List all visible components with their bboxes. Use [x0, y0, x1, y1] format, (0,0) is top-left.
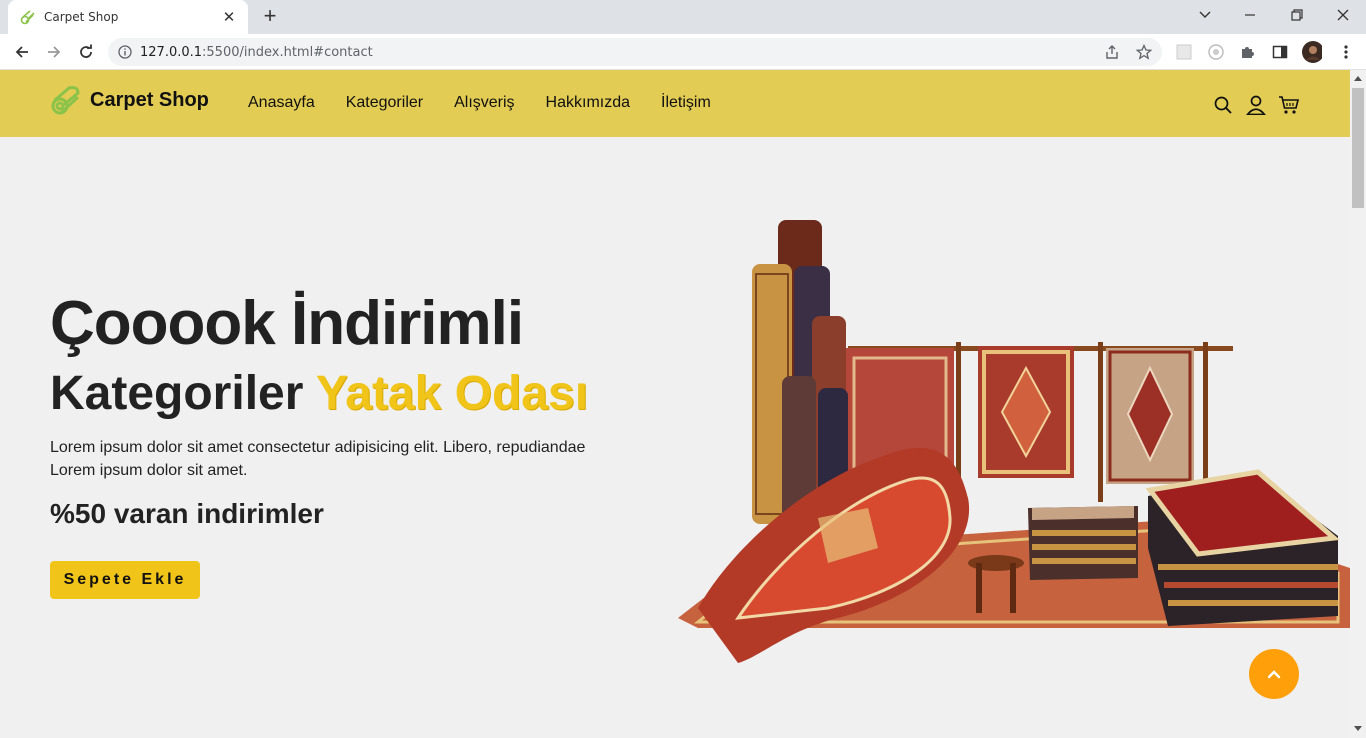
- address-bar[interactable]: 127.0.0.1:5500/index.html#contact: [108, 38, 1162, 66]
- side-panel-icon[interactable]: [1270, 42, 1290, 62]
- hero-subtitle-plain: Kategoriler: [50, 367, 304, 420]
- brand-logo-link[interactable]: Carpet Shop: [50, 84, 209, 116]
- new-tab-button[interactable]: +: [258, 5, 282, 29]
- site-info-icon[interactable]: [118, 45, 132, 59]
- tab-strip: Carpet Shop ✕ +: [0, 0, 1366, 34]
- scroll-to-top-button[interactable]: [1249, 649, 1299, 699]
- back-icon[interactable]: [8, 38, 36, 66]
- url-text: 127.0.0.1:5500/index.html#contact: [140, 44, 373, 60]
- scroll-down-arrow-icon[interactable]: [1354, 726, 1362, 731]
- extensions-puzzle-icon[interactable]: [1238, 42, 1258, 62]
- hero-discount: %50 varan indirimler: [50, 498, 324, 529]
- tab-title: Carpet Shop: [44, 10, 119, 24]
- nav-item-kategoriler[interactable]: Kategoriler: [346, 94, 423, 112]
- restore-icon[interactable]: [1274, 0, 1320, 30]
- nav-item-anasayfa[interactable]: Anasayfa: [248, 94, 315, 112]
- tab-search-icon[interactable]: [1182, 0, 1228, 30]
- reload-icon[interactable]: [72, 38, 100, 66]
- user-icon[interactable]: [1245, 94, 1267, 116]
- minimize-icon[interactable]: [1228, 0, 1274, 30]
- add-to-cart-button[interactable]: Sepete Ekle: [50, 561, 200, 599]
- carpet-logo-icon: [20, 10, 35, 25]
- page-scrollbar[interactable]: [1350, 70, 1366, 738]
- hero-description: Lorem ipsum dolor sit amet consectetur a…: [50, 439, 586, 479]
- forward-icon[interactable]: [40, 38, 68, 66]
- chevron-up-icon: [1267, 670, 1281, 679]
- bookmark-star-icon[interactable]: [1134, 42, 1154, 62]
- cart-icon[interactable]: [1278, 94, 1300, 116]
- share-icon[interactable]: [1102, 42, 1122, 62]
- search-icon[interactable]: [1212, 94, 1234, 116]
- close-window-icon[interactable]: [1320, 0, 1366, 30]
- main-nav: Anasayfa Kategoriler Alışveriş Hakkımızd…: [248, 94, 742, 112]
- brand-name: Carpet Shop: [90, 88, 209, 111]
- nav-item-alisveris[interactable]: Alışveriş: [454, 94, 514, 112]
- page-viewport: Carpet Shop Anasayfa Kategoriler Alışver…: [0, 70, 1350, 738]
- hero-subtitle-accent: Yatak Odası: [315, 367, 589, 420]
- site-header: Carpet Shop Anasayfa Kategoriler Alışver…: [0, 70, 1350, 137]
- scrollbar-thumb[interactable]: [1352, 88, 1364, 208]
- close-tab-icon[interactable]: ✕: [220, 8, 238, 26]
- extension-1-icon[interactable]: [1174, 42, 1194, 62]
- nav-item-hakkimizda[interactable]: Hakkımızda: [546, 94, 630, 112]
- carpet-logo-icon: [51, 86, 80, 115]
- browser-menu-icon[interactable]: [1336, 42, 1356, 62]
- carpets-image: [678, 220, 1350, 663]
- extension-2-icon[interactable]: [1206, 42, 1226, 62]
- browser-toolbar: 127.0.0.1:5500/index.html#contact: [0, 34, 1366, 70]
- nav-item-iletisim[interactable]: İletişim: [661, 94, 711, 112]
- header-icons: [1212, 94, 1311, 116]
- browser-tab[interactable]: Carpet Shop ✕: [8, 0, 248, 34]
- hero-subtitle: Kategoriler Yatak Odası: [50, 366, 588, 421]
- hero-title: Çooook İndirimli: [50, 289, 524, 358]
- scroll-up-arrow-icon[interactable]: [1354, 76, 1362, 81]
- profile-avatar[interactable]: [1302, 41, 1322, 63]
